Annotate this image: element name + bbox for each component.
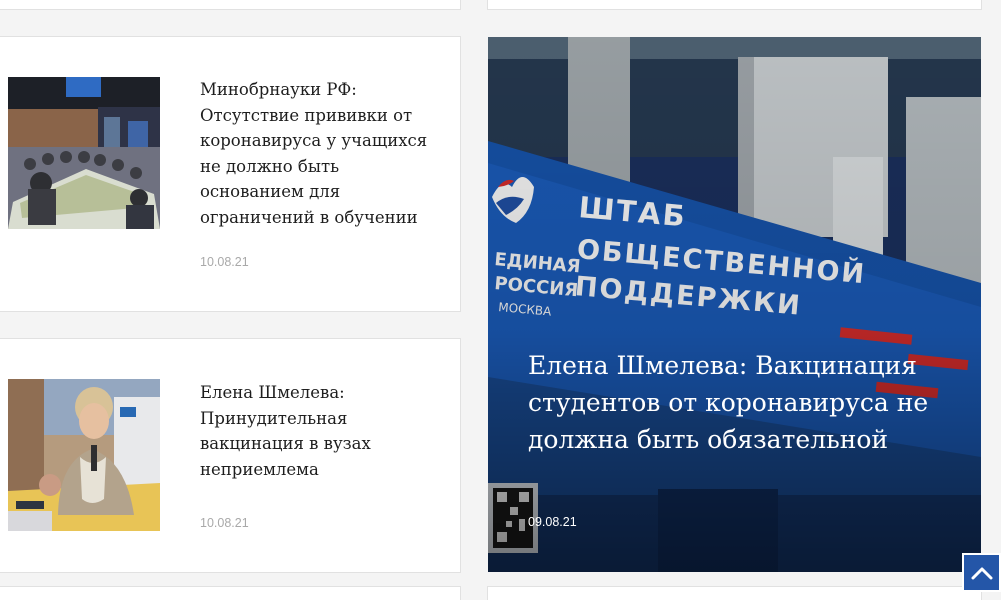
news-card[interactable]: Елена Шмелева: Принудительная вакцинация… [0,338,461,573]
partial-news-card-bottom-right [487,586,982,600]
news-date: 10.08.21 [200,255,249,269]
news-page: Минобрнауки РФ: Отсутствие прививки от к… [0,0,1001,600]
conference-room-photo [8,77,160,229]
chevron-up-icon [971,567,992,579]
news-card[interactable]: Минобрнауки РФ: Отсутствие прививки от к… [0,36,461,312]
featured-date: 09.08.21 [528,515,577,529]
news-headline-link[interactable]: Минобрнауки РФ: Отсутствие прививки от к… [200,77,432,230]
partial-news-card-top-left [0,0,461,10]
partial-news-card-bottom-left [0,586,461,600]
news-thumbnail-image[interactable] [8,77,160,229]
news-thumbnail-image[interactable] [8,379,160,531]
scroll-to-top-icon-container [964,555,999,590]
news-headline-link[interactable]: Елена Шмелева: Принудительная вакцинация… [200,380,432,482]
featured-background-image: ЕДИНАЯ РОССИЯ МОСКВА ШТАБ ОБЩЕСТВЕННОЙ П… [488,37,981,572]
featured-news-card[interactable]: ЕДИНАЯ РОССИЯ МОСКВА ШТАБ ОБЩЕСТВЕННОЙ П… [488,37,981,572]
news-date: 10.08.21 [200,516,249,530]
featured-headline-link[interactable]: Елена Шмелева: Вакцинация студентов от к… [528,347,948,458]
scroll-to-top-button[interactable] [962,553,1001,592]
partial-news-card-top-right [487,0,982,10]
speaker-photo [8,379,160,531]
